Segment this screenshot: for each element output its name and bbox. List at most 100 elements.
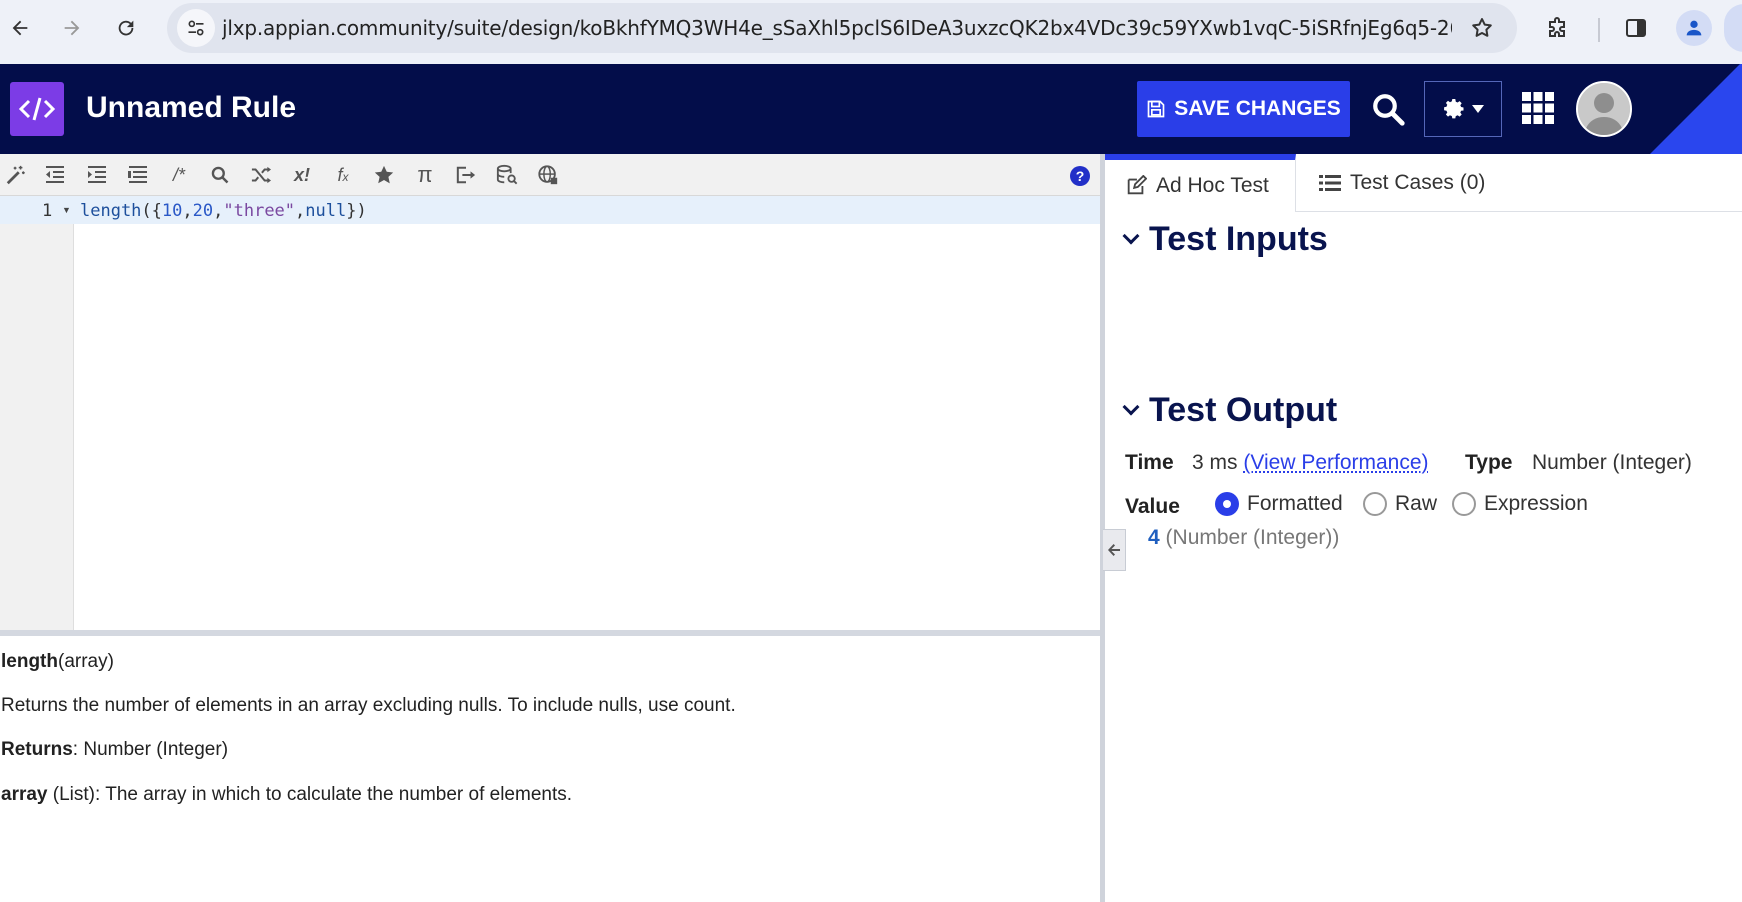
tab-test-cases[interactable]: Test Cases (0) bbox=[1319, 154, 1485, 212]
radio-raw[interactable]: Raw bbox=[1363, 492, 1437, 516]
rule-title: Unnamed Rule bbox=[86, 91, 297, 124]
comment-icon: /* bbox=[172, 164, 185, 185]
test-tabs: Ad Hoc Test Test Cases (0) bbox=[1105, 154, 1742, 212]
test-output-header[interactable]: Test Output bbox=[1122, 391, 1337, 430]
export-button[interactable] bbox=[453, 163, 479, 187]
type-label: Type bbox=[1465, 451, 1513, 474]
radio-label: Raw bbox=[1395, 492, 1438, 515]
code-punct-token: }) bbox=[346, 201, 367, 221]
test-inputs-header[interactable]: Test Inputs bbox=[1122, 220, 1328, 259]
search-icon bbox=[1373, 94, 1405, 126]
code-line[interactable]: length({10,20,"three",null}) bbox=[80, 201, 367, 221]
active-line[interactable]: 1 ▼ length({10,20,"three",null}) bbox=[0, 196, 1100, 224]
star-outline-icon bbox=[1472, 18, 1492, 37]
app-launcher-button[interactable] bbox=[1518, 88, 1558, 128]
shuffle-icon bbox=[251, 166, 271, 184]
radio-selected-icon bbox=[1215, 492, 1239, 516]
docs-function-name: length bbox=[1, 651, 58, 672]
expression-editor[interactable] bbox=[74, 196, 1100, 630]
value-label: Value bbox=[1125, 495, 1180, 518]
function-icon: fx bbox=[337, 164, 349, 185]
collapse-panel-button[interactable] bbox=[1103, 529, 1126, 571]
back-arrow-icon bbox=[12, 20, 28, 36]
indent-button[interactable] bbox=[84, 163, 110, 187]
help-button[interactable]: ? bbox=[1070, 166, 1090, 186]
functions-button[interactable]: fx bbox=[330, 163, 356, 187]
line-number: 1 bbox=[42, 201, 53, 221]
code-keyword-token: null bbox=[305, 201, 347, 221]
data-query-button[interactable] bbox=[494, 163, 520, 187]
radio-label: Formatted bbox=[1247, 492, 1343, 515]
side-panel-button[interactable] bbox=[1620, 12, 1652, 44]
web-api-button[interactable] bbox=[535, 163, 561, 187]
radio-expression[interactable]: Expression bbox=[1452, 492, 1588, 516]
user-avatar[interactable] bbox=[1576, 81, 1632, 137]
radio-unselected-icon bbox=[1452, 492, 1476, 516]
radio-label: Expression bbox=[1484, 492, 1588, 515]
back-button[interactable] bbox=[4, 12, 36, 44]
docs-parameter: array (List): The array in which to calc… bbox=[1, 784, 572, 806]
radio-unselected-icon bbox=[1363, 492, 1387, 516]
view-performance-link[interactable]: (View Performance) bbox=[1243, 451, 1428, 474]
outdent-button[interactable] bbox=[42, 163, 68, 187]
edit-icon bbox=[1127, 175, 1147, 195]
local-variables-button[interactable]: x! bbox=[289, 163, 315, 187]
star-icon bbox=[374, 165, 394, 184]
magic-wand-icon bbox=[6, 165, 25, 185]
outdent-icon bbox=[46, 166, 64, 183]
reload-button[interactable] bbox=[110, 12, 142, 44]
code-brackets-icon bbox=[18, 97, 56, 121]
list-icon bbox=[1319, 175, 1341, 191]
reload-icon bbox=[118, 20, 134, 36]
forward-button[interactable] bbox=[56, 12, 88, 44]
site-info-button[interactable] bbox=[177, 9, 215, 47]
expression-rule-logo bbox=[10, 82, 64, 136]
result-display: 4 (Number (Integer)) bbox=[1148, 526, 1339, 550]
time-label: Time bbox=[1125, 451, 1174, 474]
chevron-down-icon bbox=[1122, 398, 1140, 415]
constants-button[interactable]: π bbox=[412, 162, 438, 187]
app-header: Unnamed Rule SAVE CHANGES bbox=[0, 64, 1742, 154]
comment-button[interactable]: /* bbox=[166, 163, 192, 187]
docs-signature: length(array) bbox=[1, 651, 114, 673]
arrow-left-icon bbox=[1108, 544, 1120, 556]
code-punct-token: , bbox=[182, 201, 193, 221]
favorites-button[interactable] bbox=[371, 163, 397, 187]
code-number-token: 10 bbox=[161, 201, 183, 221]
list-format-button[interactable] bbox=[125, 163, 151, 187]
settings-menu-button[interactable] bbox=[1424, 81, 1502, 137]
time-readout: 3 ms (View Performance) bbox=[1192, 451, 1429, 475]
database-search-icon bbox=[496, 164, 518, 185]
tab-ad-hoc-test[interactable]: Ad Hoc Test bbox=[1105, 154, 1296, 212]
code-function-token: length bbox=[80, 201, 142, 221]
chevron-down-icon bbox=[1122, 227, 1140, 244]
random-button[interactable] bbox=[248, 163, 274, 187]
type-value: Number (Integer) bbox=[1532, 451, 1692, 474]
extensions-button[interactable] bbox=[1542, 12, 1574, 44]
radio-formatted[interactable]: Formatted bbox=[1215, 492, 1343, 516]
url-text[interactable]: jlxp.appian.community/suite/design/koBkh… bbox=[222, 16, 1452, 40]
gear-icon bbox=[1444, 99, 1464, 119]
save-changes-label: SAVE CHANGES bbox=[1174, 97, 1341, 120]
test-inputs-title: Test Inputs bbox=[1149, 220, 1328, 258]
save-changes-button[interactable]: SAVE CHANGES bbox=[1137, 81, 1350, 137]
export-icon bbox=[456, 166, 476, 184]
find-button[interactable] bbox=[207, 163, 233, 187]
result-type: (Number (Integer)) bbox=[1165, 526, 1340, 549]
search-button[interactable] bbox=[1368, 89, 1408, 129]
pi-icon: π bbox=[417, 162, 433, 187]
code-string-token: "three" bbox=[223, 201, 296, 221]
header-corner-accent bbox=[1650, 64, 1742, 154]
auto-format-button[interactable] bbox=[3, 163, 29, 187]
bookmark-button[interactable] bbox=[1466, 12, 1498, 44]
code-number-token: 20 bbox=[192, 201, 214, 221]
editor-toolbar: /* x! fx π ? bbox=[0, 154, 1100, 196]
browser-menu-edge[interactable] bbox=[1724, 4, 1742, 52]
docs-returns-value: : Number (Integer) bbox=[72, 739, 229, 760]
profile-button[interactable] bbox=[1676, 10, 1712, 46]
fold-caret-icon[interactable]: ▼ bbox=[62, 205, 71, 215]
tune-icon bbox=[188, 20, 204, 36]
save-icon bbox=[1147, 100, 1165, 118]
tab-label: Test Cases (0) bbox=[1350, 171, 1486, 194]
test-panel: Ad Hoc Test Test Cases (0) Test Inputs T… bbox=[1105, 154, 1742, 902]
